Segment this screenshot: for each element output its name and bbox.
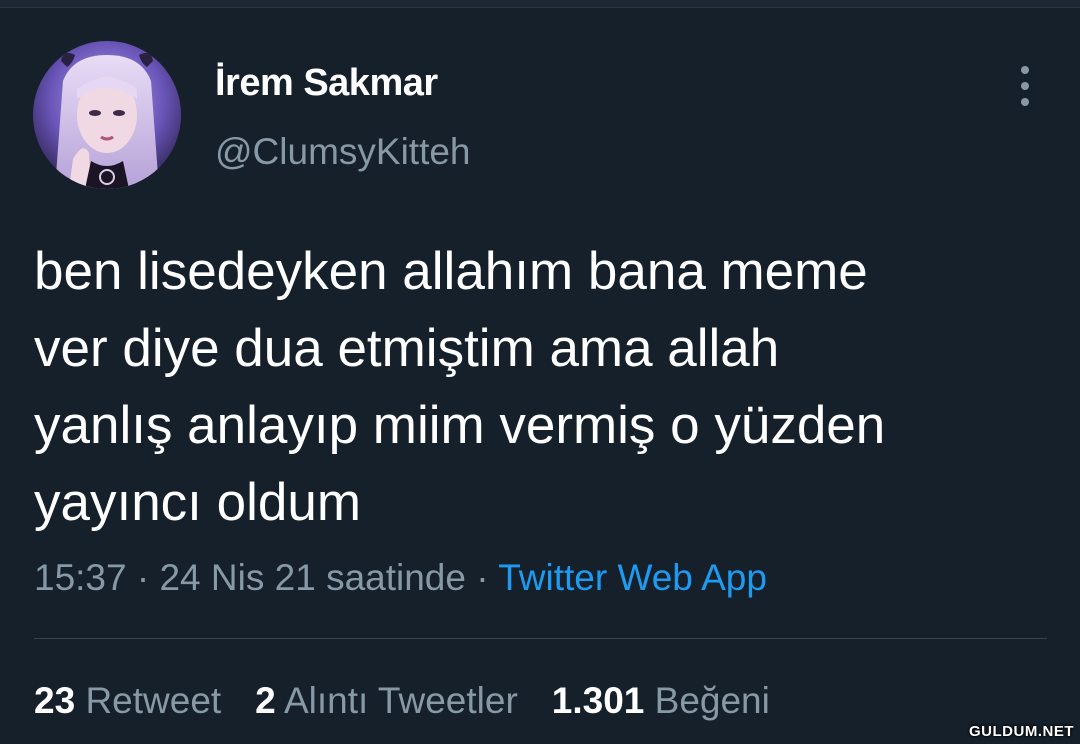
more-vertical-icon-dot — [1021, 82, 1029, 90]
avatar-image — [33, 41, 181, 189]
author-handle[interactable]: @ClumsyKitteh — [215, 131, 471, 173]
retweets-label: Retweet — [85, 680, 222, 721]
watermark: GULDUM.NET — [969, 723, 1074, 740]
tweet-meta: 15:37 · 24 Nis 21 saatinde · Twitter Web… — [34, 557, 767, 599]
meta-separator: · — [476, 557, 489, 598]
more-vertical-icon-dot — [1021, 98, 1029, 106]
meta-separator: · — [136, 557, 150, 598]
author-display-name[interactable]: İrem Sakmar — [215, 62, 438, 105]
more-options-button[interactable] — [1010, 66, 1040, 106]
retweets-stat[interactable]: 23 Retweet — [34, 680, 221, 722]
avatar[interactable] — [33, 41, 181, 189]
top-divider — [0, 0, 1080, 8]
quote-tweets-label: Alıntı Tweetler — [284, 680, 518, 721]
tweet-date[interactable]: 24 Nis 21 saatinde — [159, 557, 465, 598]
tweet-stats: 23 Retweet 2 Alıntı Tweetler 1.301 Beğen… — [34, 680, 804, 722]
retweets-count: 23 — [34, 680, 76, 721]
tweet-source-link[interactable]: Twitter Web App — [498, 557, 767, 598]
likes-stat[interactable]: 1.301 Beğeni — [552, 680, 770, 722]
likes-count: 1.301 — [551, 680, 645, 721]
likes-label: Beğeni — [654, 680, 770, 721]
tweet-text: ben lisedeyken allahım bana meme ver diy… — [34, 242, 886, 532]
tweet-time[interactable]: 15:37 — [34, 557, 127, 598]
stats-divider — [34, 638, 1047, 639]
quote-tweets-stat[interactable]: 2 Alıntı Tweetler — [255, 680, 518, 722]
quote-tweets-count: 2 — [255, 680, 276, 721]
more-vertical-icon — [1021, 66, 1029, 74]
